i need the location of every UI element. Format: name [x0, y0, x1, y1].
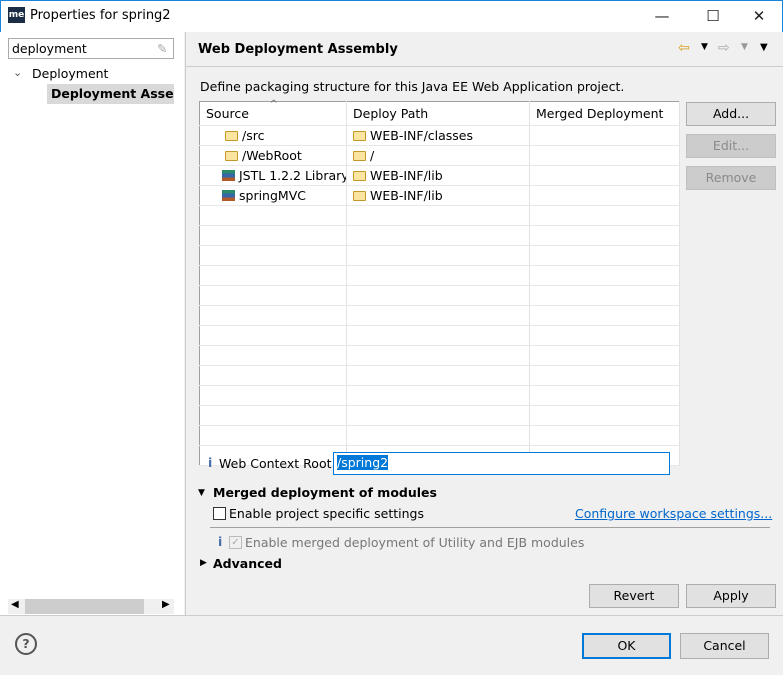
view-menu-icon[interactable]: ▼ — [760, 42, 768, 53]
empty-row — [199, 345, 680, 366]
empty-row — [199, 405, 680, 426]
ok-button[interactable]: OK — [582, 633, 671, 659]
table-header: Source ^ Deploy Path Merged Deployment — [199, 98, 680, 126]
table-row[interactable]: /src WEB-INF/classes — [199, 125, 680, 146]
enable-merged-checkbox[interactable]: ✓ — [229, 536, 242, 549]
empty-row — [199, 205, 680, 226]
divider — [0, 615, 783, 616]
add-button[interactable]: Add... — [686, 102, 776, 126]
column-deploy-path[interactable]: Deploy Path — [346, 101, 530, 126]
info-icon: i — [218, 534, 223, 549]
tree-item-deployment[interactable]: Deployment — [32, 66, 108, 81]
sort-asc-icon: ^ — [269, 98, 278, 110]
folder-icon — [353, 191, 366, 201]
cancel-button[interactable]: Cancel — [680, 633, 769, 659]
folder-icon — [225, 131, 238, 141]
page-title: Web Deployment Assembly — [198, 42, 398, 57]
apply-button[interactable]: Apply — [686, 584, 776, 608]
expand-icon[interactable]: ▶ — [200, 558, 207, 568]
advanced-section-title[interactable]: Advanced — [213, 556, 282, 571]
forward-icon[interactable]: ⇨ — [718, 40, 730, 56]
table-row[interactable]: JSTL 1.2.2 Library WEB-INF/lib — [199, 165, 680, 186]
context-root-label: Web Context Root: — [219, 456, 336, 471]
scrollbar-thumb[interactable] — [25, 599, 144, 614]
library-icon — [222, 170, 235, 181]
empty-row — [199, 365, 680, 386]
sidebar — [0, 32, 184, 615]
minimize-button[interactable]: — — [647, 4, 677, 28]
page-description: Define packaging structure for this Java… — [200, 79, 625, 94]
back-dropdown-icon[interactable]: ▼ — [701, 42, 708, 52]
clear-filter-icon[interactable]: ✎ — [157, 41, 167, 56]
configure-workspace-link[interactable]: Configure workspace settings... — [575, 506, 772, 521]
empty-row — [199, 305, 680, 326]
close-button[interactable]: ✕ — [744, 4, 774, 28]
back-icon[interactable]: ⇦ — [678, 40, 690, 56]
table-row[interactable]: springMVC WEB-INF/lib — [199, 185, 680, 206]
folder-icon — [353, 171, 366, 181]
chevron-down-icon[interactable]: ⌄ — [13, 66, 22, 79]
edit-button[interactable]: Edit... — [686, 134, 776, 158]
remove-button[interactable]: Remove — [686, 166, 776, 190]
empty-row — [199, 325, 680, 346]
help-icon[interactable]: ? — [15, 633, 37, 655]
column-merged-deployment[interactable]: Merged Deployment — [529, 101, 680, 126]
divider — [210, 527, 770, 528]
library-icon — [222, 190, 235, 201]
maximize-button[interactable]: ☐ — [698, 4, 728, 28]
scroll-right-icon[interactable]: ▶ — [162, 599, 170, 610]
folder-icon — [225, 151, 238, 161]
revert-button[interactable]: Revert — [589, 584, 679, 608]
empty-row — [199, 425, 680, 446]
enable-specific-label[interactable]: Enable project specific settings — [229, 506, 424, 521]
info-icon: i — [208, 455, 213, 470]
enable-merged-label: Enable merged deployment of Utility and … — [245, 535, 585, 550]
filter-input[interactable]: deployment — [8, 38, 174, 59]
merged-section-title[interactable]: Merged deployment of modules — [213, 485, 437, 500]
app-icon: me — [8, 7, 25, 23]
enable-specific-checkbox[interactable] — [213, 507, 226, 520]
column-source[interactable]: Source ^ — [199, 98, 347, 126]
collapse-icon[interactable]: ▼ — [198, 488, 205, 498]
empty-row — [199, 285, 680, 306]
tree-item-deployment-assembly[interactable]: Deployment Assembly — [47, 84, 174, 104]
context-root-input[interactable]: /spring2 — [333, 452, 670, 475]
empty-row — [199, 265, 680, 286]
window-title: Properties for spring2 — [30, 8, 171, 23]
horizontal-scrollbar[interactable]: ◀ ▶ — [8, 599, 174, 614]
empty-row — [199, 385, 680, 406]
forward-dropdown-icon[interactable]: ▼ — [741, 42, 748, 52]
empty-row — [199, 245, 680, 266]
empty-row — [199, 225, 680, 246]
scroll-left-icon[interactable]: ◀ — [11, 599, 19, 610]
deployment-table[interactable]: Source ^ Deploy Path Merged Deployment /s… — [199, 98, 680, 466]
folder-icon — [353, 151, 366, 161]
folder-icon — [353, 131, 366, 141]
table-row[interactable]: /WebRoot / — [199, 145, 680, 166]
